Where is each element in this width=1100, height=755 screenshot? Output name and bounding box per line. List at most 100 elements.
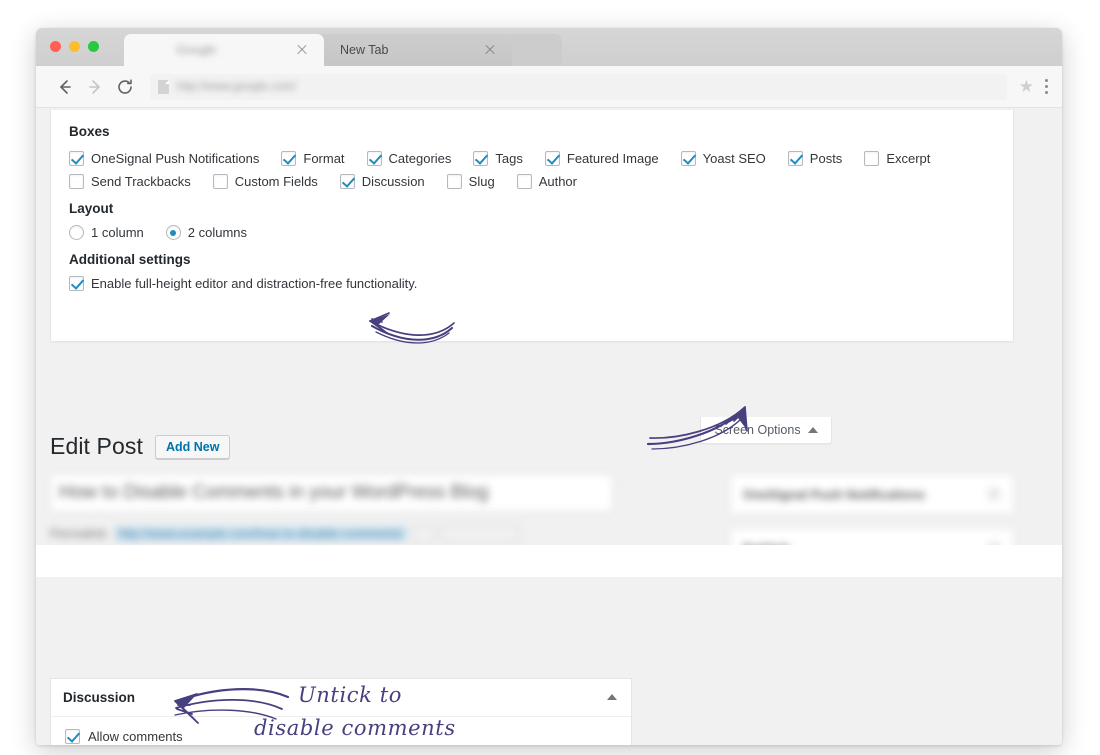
new-tab-button[interactable] <box>504 34 562 66</box>
toggle-icon[interactable] <box>987 487 1001 501</box>
checkbox-onesignal-push-notifications[interactable]: OneSignal Push Notifications <box>69 151 259 166</box>
close-window-button[interactable] <box>50 41 61 52</box>
additional-settings-heading: Additional settings <box>69 252 191 267</box>
checkbox-label: Excerpt <box>886 151 931 166</box>
caret-up-icon[interactable] <box>607 694 617 700</box>
radio-icon[interactable] <box>69 225 84 240</box>
checkbox-icon[interactable] <box>69 151 84 166</box>
radio-1-column[interactable]: 1 column <box>69 225 144 240</box>
boxes-row-2: Send Trackbacks Custom Fields Discussion <box>69 174 995 189</box>
allow-comments-label: Allow comments <box>88 729 183 744</box>
arrow-left-icon[interactable] <box>50 72 80 102</box>
address-bar[interactable]: http://www.google.com/ <box>150 73 1007 100</box>
permalink-edit-button[interactable] <box>412 525 435 543</box>
star-icon[interactable]: ★ <box>1019 78 1034 95</box>
checkbox-icon[interactable] <box>69 174 84 189</box>
page-document-icon <box>158 79 169 94</box>
discussion-metabox-header[interactable]: Discussion <box>51 679 631 717</box>
checkbox-icon[interactable] <box>281 151 297 166</box>
sidebar-box-header[interactable]: OneSignal Push Notifications <box>731 475 1013 513</box>
browser-tabs: Google New Tab <box>124 34 562 66</box>
checkbox-label: Featured Image <box>566 151 659 166</box>
checkbox-featured-image[interactable]: Featured Image <box>544 151 659 166</box>
checkbox-label: Format <box>303 151 345 166</box>
checkbox-label: Send Trackbacks <box>91 174 191 189</box>
checkbox-label: Discussion <box>361 174 425 189</box>
checkbox-icon[interactable] <box>65 729 80 744</box>
browser-window: Google New Tab http://www.google.com/ ★ … <box>36 28 1062 745</box>
screen-options-tab[interactable]: Screen Options <box>700 417 832 444</box>
close-icon[interactable] <box>294 42 310 58</box>
radio-label: 2 columns <box>187 225 247 240</box>
close-icon[interactable] <box>482 42 498 58</box>
checkbox-icon[interactable] <box>516 174 532 189</box>
browser-tab-title: Google <box>176 43 217 57</box>
browser-tab-title: New Tab <box>340 43 389 57</box>
checkbox-format[interactable]: Format <box>281 151 345 166</box>
layout-heading: Layout <box>69 201 114 216</box>
checkbox-slug[interactable]: Slug <box>446 174 495 189</box>
checkbox-excerpt[interactable]: Excerpt <box>864 151 930 166</box>
screenshot-root: Google New Tab http://www.google.com/ ★ … <box>0 0 1100 755</box>
checkbox-discussion[interactable]: Discussion <box>339 174 425 189</box>
checkbox-tags[interactable]: Tags <box>473 151 523 166</box>
checkbox-icon[interactable] <box>473 151 489 166</box>
page-title: Edit Post <box>50 433 143 459</box>
layout-options: 1 column 2 columns <box>69 225 995 240</box>
arrow-right-icon <box>80 72 110 102</box>
post-title-input[interactable]: How to Disable Comments in your WordPres… <box>50 474 613 512</box>
checkbox-author[interactable]: Author <box>516 174 577 189</box>
checkbox-label: Enable full-height editor and distractio… <box>91 276 418 291</box>
checkbox-full-height-editor[interactable]: Enable full-height editor and distractio… <box>69 276 973 291</box>
checkbox-label: Author <box>538 174 577 189</box>
discussion-metabox: Discussion Allow comments Allow trackbac… <box>50 678 632 745</box>
screen-options-tab-label: Screen Options <box>714 423 801 437</box>
checkbox-icon[interactable] <box>339 174 355 189</box>
checkbox-icon[interactable] <box>544 151 560 166</box>
sidebar-box-onesignal: OneSignal Push Notifications <box>730 474 1014 514</box>
permalink-url[interactable]: http://www.example.com/how-to-disable-co… <box>115 526 407 542</box>
page-viewport: Boxes OneSignal Push Notifications Forma… <box>36 108 1062 745</box>
discussion-title: Discussion <box>63 690 136 705</box>
browser-tab-google[interactable]: Google <box>124 34 324 66</box>
checkbox-custom-fields[interactable]: Custom Fields <box>212 174 318 189</box>
view-post-button[interactable] <box>440 525 519 543</box>
kebab-menu-icon[interactable] <box>1044 79 1048 94</box>
screen-options-panel: Boxes OneSignal Push Notifications Forma… <box>50 110 1014 342</box>
toolbar-right-actions: ★ <box>1019 78 1048 95</box>
checkbox-send-trackbacks[interactable]: Send Trackbacks <box>69 174 191 189</box>
boxes-heading: Boxes <box>69 124 110 139</box>
checkbox-icon[interactable] <box>366 151 382 166</box>
caret-up-icon <box>807 427 818 433</box>
radio-2-columns[interactable]: 2 columns <box>165 225 247 240</box>
checkbox-label: Yoast SEO <box>702 151 766 166</box>
minimize-window-button[interactable] <box>69 41 80 52</box>
checkbox-categories[interactable]: Categories <box>366 151 451 166</box>
address-bar-url: http://www.google.com/ <box>177 80 296 93</box>
checkbox-icon[interactable] <box>69 276 84 291</box>
checkbox-yoast-seo[interactable]: Yoast SEO <box>680 151 766 166</box>
screenshot-splice-gap <box>36 545 1062 577</box>
discussion-metabox-body: Allow comments Allow trackbacks and ping… <box>51 717 631 745</box>
checkbox-label: Tags <box>495 151 523 166</box>
page-segment-top: Boxes OneSignal Push Notifications Forma… <box>36 108 1062 620</box>
checkbox-icon[interactable] <box>212 174 228 189</box>
checkbox-posts[interactable]: Posts <box>787 151 842 166</box>
checkbox-allow-comments[interactable]: Allow comments <box>65 729 617 744</box>
checkbox-icon[interactable] <box>864 151 880 166</box>
page-header: Edit Post Add New <box>50 433 231 460</box>
add-new-button[interactable]: Add New <box>154 434 231 459</box>
checkbox-icon[interactable] <box>680 151 696 166</box>
checkbox-label: Custom Fields <box>234 174 318 189</box>
checkbox-icon[interactable] <box>787 151 803 166</box>
reload-icon[interactable] <box>110 72 140 102</box>
browser-tab-new-tab[interactable]: New Tab <box>316 34 512 66</box>
checkbox-icon[interactable] <box>446 174 462 189</box>
maximize-window-button[interactable] <box>88 41 99 52</box>
window-traffic-lights <box>50 41 99 52</box>
permalink-row: Permalink: http://www.example.com/how-to… <box>50 523 613 545</box>
sidebar-box-title: OneSignal Push Notifications <box>743 486 926 502</box>
radio-icon[interactable] <box>165 225 181 240</box>
permalink-prefix: Permalink: <box>50 527 110 541</box>
post-title-value: How to Disable Comments in your WordPres… <box>59 482 489 503</box>
